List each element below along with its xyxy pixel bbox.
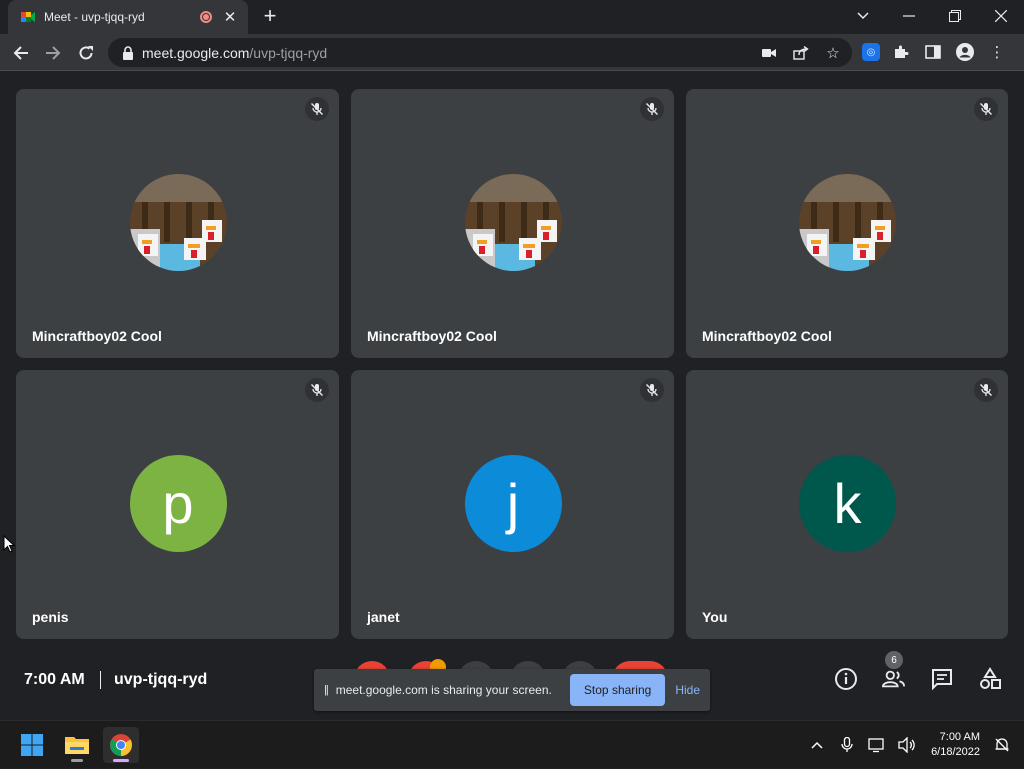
mic-off-icon (305, 97, 329, 121)
notifications-icon[interactable] (990, 733, 1014, 757)
chrome-menu-icon[interactable]: ⋮ (986, 41, 1008, 63)
people-icon (882, 670, 906, 688)
reload-button[interactable] (73, 40, 99, 66)
windows-taskbar: 7:00 AM 6/18/2022 (0, 720, 1024, 768)
reload-icon (79, 46, 93, 60)
chrome-taskbar-button[interactable] (103, 727, 139, 763)
chat-button[interactable] (930, 667, 954, 691)
running-indicator (71, 759, 83, 762)
clock-time: 7:00 AM (939, 731, 980, 743)
participant-name: janet (367, 609, 400, 625)
side-panel-buttons: 6 (834, 651, 1002, 691)
share-icon[interactable] (792, 44, 810, 62)
meeting-code: uvp-tjqq-ryd (114, 671, 208, 688)
chat-icon (932, 669, 952, 691)
address-bar-actions: ☆ (760, 44, 842, 62)
initial-avatar: j (464, 454, 562, 552)
activities-button[interactable] (978, 667, 1002, 691)
google-meet-icon (21, 12, 35, 22)
clock-date: 6/18/2022 (931, 746, 980, 758)
restore-button[interactable] (932, 0, 978, 32)
forward-button[interactable] (40, 40, 66, 66)
network-icon[interactable] (865, 733, 889, 757)
people-button[interactable]: 6 (882, 651, 906, 691)
initial-avatar: p (129, 454, 227, 552)
back-button[interactable] (8, 40, 34, 66)
microphone-icon[interactable] (835, 733, 859, 757)
mic-off-icon (640, 378, 664, 402)
hide-banner-button[interactable]: Hide (675, 683, 700, 697)
file-explorer-button[interactable] (59, 727, 95, 763)
participant-count-badge: 6 (885, 651, 903, 669)
back-arrow-icon (13, 46, 28, 60)
participant-tile-self[interactable]: k You (686, 370, 1008, 639)
extension-app-icon[interactable]: ◎ (862, 43, 880, 61)
chevron-up-icon[interactable] (805, 733, 829, 757)
browser-tab-meet[interactable]: Meet - uvp-tjqq-ryd ✕ (8, 0, 248, 34)
active-indicator (113, 759, 129, 762)
mic-off-icon (974, 97, 998, 121)
recording-icon (200, 11, 212, 23)
drag-handle-icon[interactable]: || (324, 684, 329, 696)
folder-icon (65, 737, 89, 754)
window-controls (840, 0, 1024, 34)
side-panel-icon[interactable] (922, 41, 944, 63)
lock-icon (123, 45, 133, 60)
address-bar[interactable]: meet.google.com/uvp-tjqq-ryd ☆ (108, 38, 852, 67)
participant-name: penis (32, 609, 69, 625)
participant-name: Mincraftboy02 Cool (702, 328, 832, 344)
stop-sharing-button[interactable]: Stop sharing (569, 674, 666, 706)
participant-name: You (702, 609, 728, 625)
bookmark-star-icon[interactable]: ☆ (824, 44, 842, 62)
meeting-time: 7:00 AM (24, 671, 85, 688)
divider (100, 671, 101, 689)
taskbar-clock[interactable]: 7:00 AM 6/18/2022 (931, 730, 980, 760)
chrome-icon (110, 734, 132, 756)
participant-tile[interactable]: Mincraftboy02 Cool (686, 89, 1008, 358)
camera-in-use-icon[interactable] (760, 44, 778, 62)
participant-tile[interactable]: j janet (351, 370, 674, 639)
meeting-details-button[interactable] (834, 667, 858, 691)
extension-icons: ◎ ⋮ (862, 41, 1008, 63)
windows-logo-icon (21, 734, 43, 756)
url-host: meet.google.com (142, 44, 250, 61)
mic-off-icon (640, 97, 664, 121)
url-path: /uvp-tjqq-ryd (249, 44, 328, 61)
activities-icon (980, 667, 1001, 689)
mouse-cursor-icon (3, 535, 15, 553)
mic-off-icon (974, 378, 998, 402)
browser-tab-bar: Meet - uvp-tjqq-ryd ✕ + (0, 0, 1024, 34)
browser-toolbar: meet.google.com/uvp-tjqq-ryd ☆ ◎ ⋮ (0, 34, 1024, 71)
participant-tile[interactable]: Mincraftboy02 Cool (16, 89, 339, 358)
participant-name: Mincraftboy02 Cool (367, 328, 497, 344)
info-icon (835, 668, 857, 690)
minecraft-avatar-image (464, 173, 562, 271)
close-tab-icon[interactable]: ✕ (222, 8, 238, 26)
profile-icon[interactable] (954, 41, 976, 63)
participant-tile[interactable]: Mincraftboy02 Cool (351, 89, 674, 358)
forward-arrow-icon (46, 46, 61, 60)
participant-tile[interactable]: p penis (16, 370, 339, 639)
close-window-button[interactable] (978, 0, 1024, 32)
initial-avatar: k (799, 454, 896, 552)
new-tab-button[interactable]: + (258, 5, 282, 29)
extensions-puzzle-icon[interactable] (890, 41, 912, 63)
participant-name: Mincraftboy02 Cool (32, 328, 162, 344)
volume-icon[interactable] (895, 733, 919, 757)
tab-title: Meet - uvp-tjqq-ryd (44, 10, 145, 24)
share-message: meet.google.com is sharing your screen. (335, 683, 552, 697)
start-button[interactable] (14, 727, 50, 763)
mic-off-icon (305, 378, 329, 402)
minimize-button[interactable] (886, 0, 932, 32)
minecraft-avatar-image (129, 173, 227, 271)
system-tray: 7:00 AM 6/18/2022 (805, 721, 1024, 769)
minecraft-avatar-image (799, 173, 896, 271)
screen-share-banner: || meet.google.com is sharing your scree… (314, 669, 710, 711)
participant-grid: Mincraftboy02 Cool Mincraftboy02 Cool Mi… (0, 71, 1024, 651)
tab-search-icon[interactable] (840, 0, 886, 32)
